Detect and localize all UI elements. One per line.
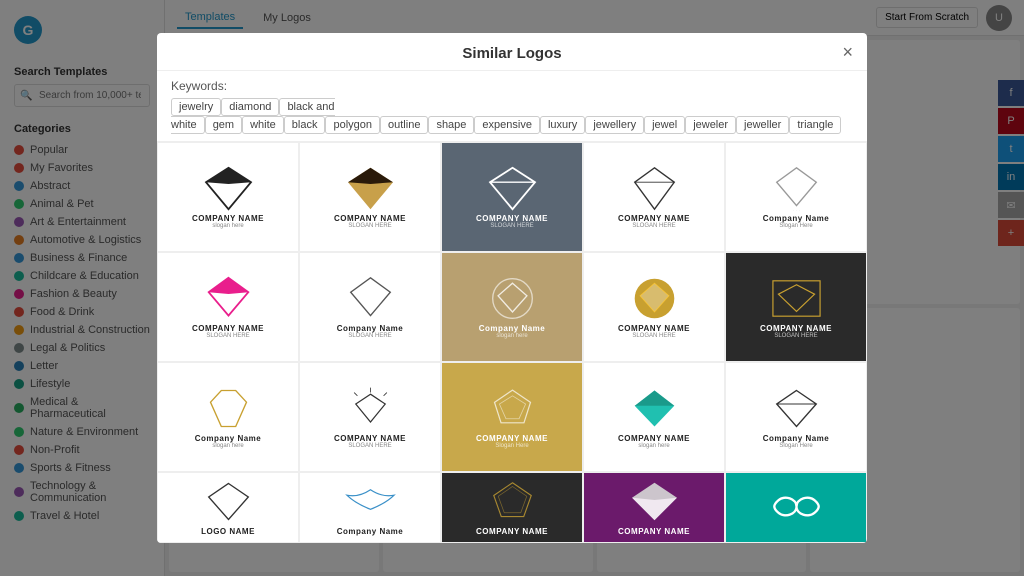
logo-card[interactable]: COMPANY NAME <box>583 472 725 543</box>
logo-company-name: COMPANY NAME <box>476 434 548 443</box>
logo-slogan: SLOGAN HERE <box>348 333 391 339</box>
logo-company-name: COMPANY NAME <box>192 214 264 223</box>
logo-card[interactable]: COMPANY NAME SLOGAN HERE <box>299 362 441 472</box>
logo-slogan: SLOGAN HERE <box>490 223 533 229</box>
keyword-tag[interactable]: white <box>242 116 284 134</box>
logo-company-name: COMPANY NAME <box>618 527 690 536</box>
logo-company-name: COMPANY NAME <box>760 324 832 333</box>
logo-company-name: Company Name <box>763 434 829 443</box>
logo-slogan: Slogan Here <box>779 443 812 449</box>
logo-company-name: COMPANY NAME <box>618 324 690 333</box>
logo-company-name: COMPANY NAME <box>618 434 690 443</box>
keyword-tag[interactable]: jewelry <box>171 98 221 116</box>
logo-card[interactable]: Company Name slogan here <box>157 362 299 472</box>
logo-card[interactable]: LOGO NAME <box>157 472 299 543</box>
logo-card[interactable]: Company Name SLOGAN HERE <box>299 252 441 362</box>
modal-title: Similar Logos <box>173 45 851 62</box>
logo-card[interactable]: COMPANY NAME <box>441 472 583 543</box>
logo-card[interactable]: COMPANY NAME SLOGAN HERE <box>725 252 867 362</box>
keywords-bar: Keywords: jewelrydiamondblack and whiteg… <box>157 71 867 142</box>
similar-logos-modal: Similar Logos × Keywords: jewelrydiamond… <box>157 33 867 543</box>
logo-slogan: SLOGAN HERE <box>774 333 817 339</box>
logo-company-name: Company Name <box>479 324 545 333</box>
logo-slogan: slogan here <box>496 333 527 339</box>
keyword-tag[interactable]: jeweller <box>736 116 789 134</box>
logo-company-name: COMPANY NAME <box>476 214 548 223</box>
logo-slogan: SLOGAN HERE <box>206 333 249 339</box>
logo-card[interactable]: Company Name <box>299 472 441 543</box>
logo-slogan: SLOGAN HERE <box>632 333 675 339</box>
modal-header: Similar Logos × <box>157 33 867 71</box>
logo-slogan: Slogan Here <box>779 223 812 229</box>
keyword-tag[interactable]: polygon <box>325 116 380 134</box>
logo-slogan: SLOGAN HERE <box>348 443 391 449</box>
logo-slogan: Slogan Here <box>495 443 528 449</box>
keywords-tags: jewelrydiamondblack and whitegemwhitebla… <box>171 97 853 133</box>
logo-company-name: LOGO NAME <box>201 527 255 536</box>
logo-company-name: Company Name <box>763 214 829 223</box>
logo-card[interactable]: Company Name slogan here <box>441 252 583 362</box>
logos-grid: COMPANY NAME slogan here COMPANY NAME SL… <box>157 142 867 543</box>
keyword-tag[interactable]: black <box>284 116 326 134</box>
logo-card[interactable] <box>725 472 867 543</box>
keyword-tag[interactable]: triangle <box>789 116 841 134</box>
logo-company-name: COMPANY NAME <box>192 324 264 333</box>
logo-card[interactable]: COMPANY NAME SLOGAN HERE <box>583 142 725 252</box>
logo-card[interactable]: COMPANY NAME SLOGAN HERE <box>157 252 299 362</box>
logo-slogan: SLOGAN HERE <box>632 223 675 229</box>
keyword-tag[interactable]: jeweler <box>685 116 736 134</box>
keyword-tag[interactable]: shape <box>428 116 474 134</box>
logo-slogan: slogan here <box>212 443 243 449</box>
logo-slogan: slogan here <box>638 443 669 449</box>
keyword-tag[interactable]: jewel <box>644 116 685 134</box>
keyword-tag[interactable]: diamond <box>221 98 279 116</box>
logo-company-name: Company Name <box>337 324 403 333</box>
logo-card[interactable]: COMPANY NAME SLOGAN HERE <box>583 252 725 362</box>
logo-card[interactable]: COMPANY NAME Slogan Here <box>441 362 583 472</box>
logo-company-name: Company Name <box>337 527 403 536</box>
logo-company-name: Company Name <box>195 434 261 443</box>
logo-company-name: COMPANY NAME <box>618 214 690 223</box>
keywords-label: Keywords: <box>171 79 227 93</box>
keyword-tag[interactable]: outline <box>380 116 428 134</box>
keyword-tag[interactable]: expensive <box>474 116 540 134</box>
logo-company-name: COMPANY NAME <box>334 434 406 443</box>
svg-text:✦✦✦: ✦✦✦ <box>791 209 801 210</box>
keyword-tag[interactable]: gem <box>205 116 242 134</box>
logo-slogan: slogan here <box>212 223 243 229</box>
logo-card[interactable]: COMPANY NAME slogan here <box>157 142 299 252</box>
logo-card[interactable]: COMPANY NAME slogan here <box>583 362 725 472</box>
keyword-tag[interactable]: jewellery <box>585 116 644 134</box>
logo-slogan: SLOGAN HERE <box>348 223 391 229</box>
logo-company-name: COMPANY NAME <box>476 527 548 536</box>
logo-card[interactable]: COMPANY NAME SLOGAN HERE <box>299 142 441 252</box>
logo-card[interactable]: ✦✦✦ Company Name Slogan Here <box>725 142 867 252</box>
keyword-tag[interactable]: luxury <box>540 116 585 134</box>
logo-card[interactable]: COMPANY NAME SLOGAN HERE <box>441 142 583 252</box>
modal-close-button[interactable]: × <box>842 43 853 61</box>
logo-card[interactable]: Company Name Slogan Here <box>725 362 867 472</box>
modal-overlay: Similar Logos × Keywords: jewelrydiamond… <box>0 0 1024 576</box>
logo-company-name: COMPANY NAME <box>334 214 406 223</box>
